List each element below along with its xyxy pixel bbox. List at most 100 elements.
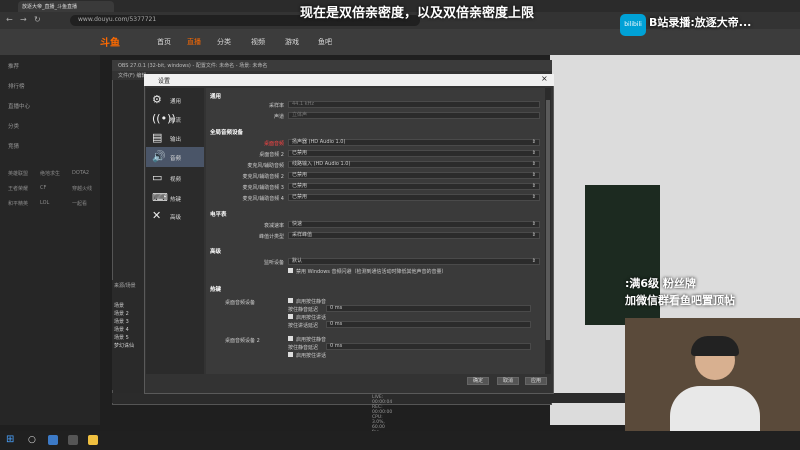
- nav-label: 高级: [170, 215, 182, 221]
- ptt-checkbox-2[interactable]: [288, 352, 293, 357]
- select-decay[interactable]: 快速 ⇕: [288, 221, 540, 228]
- ptm-delay-input-2[interactable]: 0 ms: [326, 343, 531, 350]
- sidebar-game[interactable]: 王者荣耀: [8, 185, 28, 192]
- label-desktop-audio-2: 桌面音频 2: [259, 152, 284, 158]
- windows-taskbar: [0, 431, 800, 450]
- browser-tab[interactable]: 放逐大帝_直播_斗鱼直播: [18, 1, 114, 12]
- site-logo[interactable]: 斗鱼: [100, 34, 132, 49]
- select-mic-1[interactable]: 线路输入 (HD Audio 1.0) ⇕: [288, 161, 540, 168]
- scene-item[interactable]: 场景 2: [114, 310, 129, 317]
- gear-icon: ⚙: [152, 93, 162, 106]
- label-mic-2: 麦克风/辅助音频 2: [242, 174, 284, 180]
- scrollbar-thumb[interactable]: [546, 100, 550, 340]
- select-monitor[interactable]: 默认 ⇕: [288, 258, 540, 265]
- ptt-delay-label: 按住讲话延迟: [288, 323, 319, 329]
- stream-caption: 现在是双倍亲密度，以及双倍亲密度上限: [300, 6, 535, 21]
- ptt-label-2: 启用按住讲话: [296, 353, 327, 359]
- scene-item[interactable]: 场景 5: [114, 334, 129, 341]
- section-hotkeys: 热键: [210, 287, 222, 293]
- section-meters: 电平表: [210, 212, 227, 218]
- ptt-delay-input[interactable]: 0 ms: [326, 321, 531, 328]
- settings-nav-output[interactable]: ▤ 输出: [150, 130, 204, 150]
- sidebar-game[interactable]: 绝地求生: [40, 170, 60, 177]
- sidebar-game[interactable]: 和平精英: [8, 200, 28, 207]
- settings-nav-hotkeys[interactable]: ⌨ 热键: [150, 190, 204, 210]
- sidebar-item-center[interactable]: 直播中心: [8, 102, 30, 110]
- ok-button[interactable]: 确定: [467, 377, 489, 385]
- obs-statusbar: LIVE: 00:00:04 REC: 00:00:00 CPU: 3.0%, …: [112, 393, 632, 445]
- nav-fishbar[interactable]: 鱼吧: [318, 37, 332, 47]
- nav-video[interactable]: 视频: [251, 37, 265, 47]
- scene-item[interactable]: 场景 3: [114, 318, 129, 325]
- ptm-delay-input[interactable]: 0 ms: [326, 305, 531, 312]
- nav-live[interactable]: 直播: [187, 37, 201, 47]
- sidebar-item-guess[interactable]: 竞猜: [8, 142, 19, 150]
- output-icon: ▤: [152, 131, 163, 144]
- sidebar-item-recommend[interactable]: 推荐: [8, 62, 19, 70]
- sidebar-game[interactable]: LOL: [40, 200, 49, 206]
- select-desktop-audio[interactable]: 扬声器 (HD Audio 1.0) ⇕: [288, 139, 540, 146]
- select-mic-3[interactable]: 已禁用 ⇕: [288, 183, 540, 190]
- sidebar-item-category[interactable]: 分类: [8, 122, 19, 130]
- close-icon[interactable]: ×: [541, 74, 548, 83]
- nav-label: 通用: [170, 99, 182, 105]
- nav-label: 输出: [170, 137, 182, 143]
- sidebar-game[interactable]: 英雄联盟: [8, 170, 28, 177]
- obs-title: OBS 27.0.1 (32-bit, windows) - 配置文件: 未命名…: [112, 60, 552, 71]
- cancel-button[interactable]: 取消: [497, 377, 519, 385]
- wrench-icon: ✕: [152, 209, 162, 222]
- back-icon[interactable]: ←: [6, 15, 13, 24]
- ptt-label: 启用按住讲话: [296, 315, 327, 321]
- settings-nav-general[interactable]: ⚙ 通用: [150, 92, 204, 112]
- sidebar-item-rank[interactable]: 排行榜: [8, 82, 25, 90]
- ptm-label: 启用按住静音: [296, 299, 327, 305]
- settings-content: [206, 88, 545, 374]
- scene-item[interactable]: 场景 4: [114, 326, 129, 333]
- settings-nav-audio[interactable]: 🔊 音频: [150, 149, 204, 169]
- scene-item[interactable]: 梦幻诛仙: [114, 342, 134, 349]
- label-monitor: 监听设备: [263, 260, 284, 266]
- select-mic-4[interactable]: 已禁用 ⇕: [288, 194, 540, 201]
- folder-icon[interactable]: [88, 435, 98, 445]
- obs-taskbar-icon[interactable]: [68, 435, 78, 445]
- apply-button[interactable]: 应用: [525, 377, 547, 385]
- search-icon[interactable]: ○: [28, 435, 38, 445]
- windows-start-icon[interactable]: ⊞: [6, 435, 16, 445]
- nav-home[interactable]: 首页: [157, 37, 171, 47]
- ptm-checkbox-2[interactable]: [288, 336, 293, 341]
- settings-nav-advanced[interactable]: ✕ 高级: [150, 208, 204, 228]
- select-samplerate[interactable]: 44.1 kHz: [288, 101, 540, 108]
- settings-title: 设置: [144, 74, 554, 86]
- sidebar-game[interactable]: DOTA2: [72, 170, 89, 176]
- label-mic-1: 麦克风/辅助音频: [247, 163, 284, 169]
- nav-game[interactable]: 游戏: [285, 37, 299, 47]
- select-channels[interactable]: 立体声: [288, 112, 540, 119]
- label-desktop-audio: 桌面音频: [263, 141, 284, 147]
- label-mic-4: 麦克风/辅助音频 4: [242, 196, 284, 202]
- nav-label: 视频: [170, 177, 182, 183]
- broadcast-icon: ((•)): [152, 112, 176, 125]
- bili-replay-title: B站录播:放逐大帝...: [649, 16, 752, 29]
- speaker-icon: 🔊: [152, 150, 166, 163]
- settings-nav-stream[interactable]: ((•)) 推流: [150, 111, 204, 131]
- browser-taskbar-icon[interactable]: [48, 435, 58, 445]
- sidebar-game[interactable]: 一起看: [72, 200, 87, 207]
- scene-item[interactable]: 场景: [114, 302, 124, 309]
- nav-label: 热键: [170, 197, 182, 203]
- ptt-checkbox[interactable]: [288, 314, 293, 319]
- sidebar-game[interactable]: 穿越火线: [72, 185, 92, 192]
- label-samplerate: 采样率: [268, 103, 284, 109]
- settings-nav-video[interactable]: ▭ 视频: [150, 170, 204, 190]
- nav-category[interactable]: 分类: [217, 37, 231, 47]
- sidebar-game[interactable]: CF: [40, 185, 46, 191]
- forward-icon[interactable]: →: [20, 15, 27, 24]
- select-mic-2[interactable]: 已禁用 ⇕: [288, 172, 540, 179]
- ptm-checkbox[interactable]: [288, 298, 293, 303]
- refresh-icon[interactable]: ↻: [34, 15, 41, 24]
- ducking-checkbox[interactable]: [288, 268, 293, 273]
- select-desktop-audio-2[interactable]: 已禁用 ⇕: [288, 150, 540, 157]
- monitor-icon: ▭: [152, 171, 163, 184]
- scenes-header: 来源/场景: [114, 283, 136, 289]
- section-advanced: 高级: [210, 249, 222, 255]
- select-peak-type[interactable]: 采样峰值 ⇕: [288, 232, 540, 239]
